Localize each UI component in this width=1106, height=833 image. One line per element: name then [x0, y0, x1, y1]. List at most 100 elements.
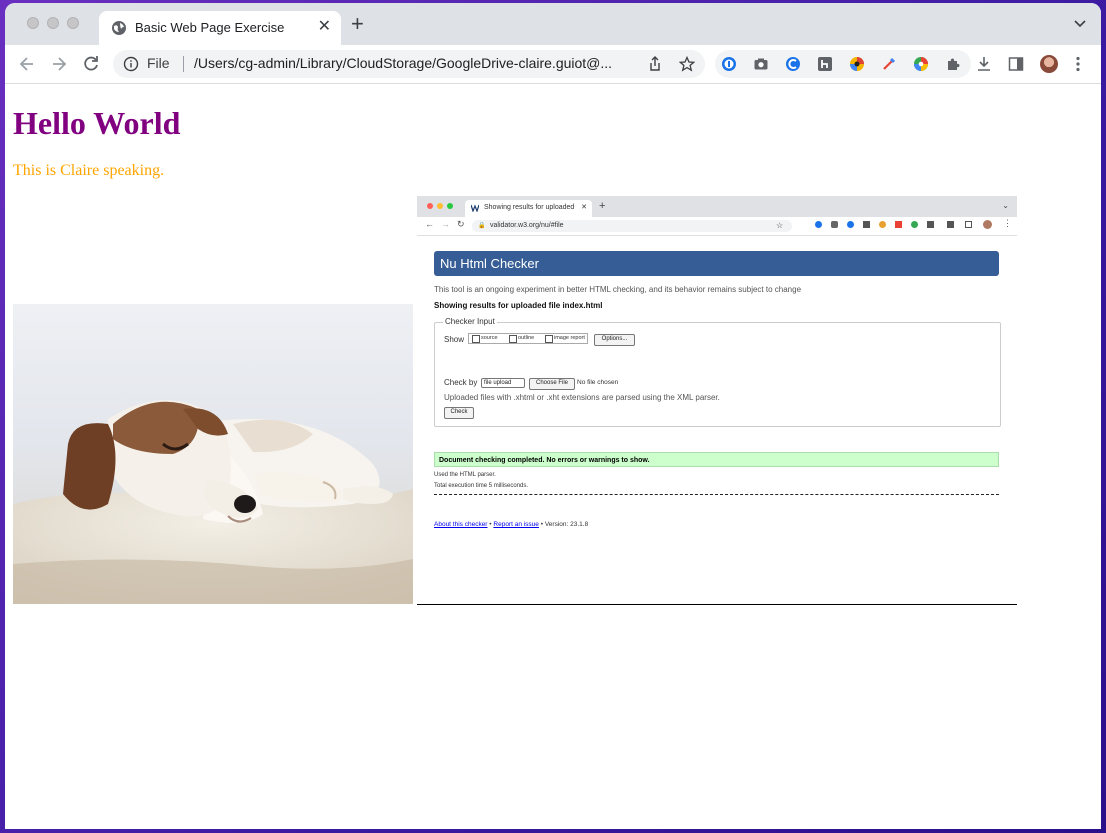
tab-title: Basic Web Page Exercise: [135, 20, 285, 35]
tab-bar: Basic Web Page Exercise ✕ +: [5, 3, 1101, 45]
validator-intro: This tool is an ongoing experiment in be…: [434, 285, 802, 294]
address-bar[interactable]: File /Users/cg-admin/Library/CloudStorag…: [113, 50, 705, 78]
source-checkbox: [472, 335, 480, 343]
info-icon[interactable]: [123, 56, 139, 72]
screenshot-avatar: [983, 220, 992, 229]
share-icon[interactable]: [647, 56, 663, 72]
execution-time: Total execution time 5 milliseconds.: [434, 483, 529, 489]
color-wheel-icon[interactable]: [913, 56, 929, 72]
screenshot-tab-close-icon: ✕: [581, 204, 587, 211]
footer-separator: •: [489, 521, 492, 528]
browser-toolbar: File /Users/cg-admin/Library/CloudStorag…: [5, 45, 1101, 84]
new-tab-button[interactable]: +: [351, 13, 364, 35]
checker-input-legend: Checker Input: [443, 317, 497, 326]
screenshot-new-tab-icon: +: [599, 200, 606, 212]
screenshot-lock-icon: 🔒: [478, 223, 486, 229]
validator-screenshot: Showing results for uploaded ✕ + ⌄ ← → ↻…: [417, 196, 1017, 605]
report-issue-link: Report an issue: [493, 521, 539, 528]
tab-active[interactable]: Basic Web Page Exercise ✕: [99, 11, 341, 45]
screenshot-ext-5-icon: [879, 221, 886, 228]
side-panel-icon[interactable]: [1008, 56, 1024, 72]
screenshot-download-icon: [947, 221, 954, 228]
bookmark-star-icon[interactable]: [679, 56, 695, 72]
eyedropper-icon[interactable]: [881, 56, 897, 72]
show-label: Show: [444, 335, 465, 344]
screenshot-toolbar: ← → ↻ 🔒 validator.w3.org/nu/#file ☆ ⋮: [417, 217, 1017, 236]
outline-checkbox: [509, 335, 517, 343]
image-report-label: image report: [554, 335, 585, 341]
show-options-box: source outline image report: [468, 333, 588, 344]
window-zoom-button[interactable]: [67, 17, 79, 29]
no-file-chosen-text: No file chosen: [577, 379, 619, 386]
page-heading: Hello World: [13, 105, 181, 141]
screenshot-ext-6-icon: [895, 221, 902, 228]
screenshot-tab: Showing results for uploaded ✕: [465, 200, 592, 217]
grammar-extension-icon[interactable]: [785, 56, 801, 72]
screenshot-chevron-icon: ⌄: [1002, 201, 1009, 210]
extensions-group: [715, 50, 971, 78]
screenshot-minimize-dot: [437, 203, 443, 209]
screenshot-ext-7-icon: [911, 221, 918, 228]
results-divider: [434, 494, 999, 495]
screenshot-more-icon: ⋮: [1003, 218, 1012, 228]
xml-parser-note: Uploaded files with .xhtml or .xht exten…: [444, 393, 720, 402]
more-menu-icon[interactable]: [1076, 56, 1080, 72]
outline-label: outline: [518, 335, 535, 341]
version-text: • Version: 23.1.8: [540, 521, 589, 528]
screenshot-star-icon: ☆: [776, 221, 784, 230]
dog-photo: [13, 304, 413, 604]
window-close-button[interactable]: [27, 17, 39, 29]
source-label: source: [481, 335, 498, 341]
download-icon[interactable]: [976, 56, 992, 72]
forward-arrow-icon[interactable]: [49, 54, 69, 74]
window-minimize-button[interactable]: [47, 17, 59, 29]
image-report-checkbox: [545, 335, 553, 343]
check-by-select: file upload: [481, 378, 525, 388]
screenshot-address-bar: 🔒 validator.w3.org/nu/#file ☆: [472, 220, 792, 232]
screenshot-ext-1-icon: [815, 221, 822, 228]
screenshot-back-icon: ←: [425, 219, 434, 229]
screenshot-zoom-dot: [447, 203, 453, 209]
screenshot-forward-icon: →: [441, 219, 450, 229]
reload-icon[interactable]: [81, 54, 101, 74]
h-extension-icon[interactable]: [817, 56, 833, 72]
address-scheme-label: File: [147, 55, 170, 71]
check-by-label: Check by: [444, 378, 478, 387]
screenshot-url: validator.w3.org/nu/#file: [490, 222, 564, 229]
nu-checker-title: Nu Html Checker: [440, 256, 539, 271]
success-message: Document checking completed. No errors o…: [434, 452, 999, 467]
options-button: Options...: [594, 334, 635, 346]
screenshot-sidepanel-icon: [965, 221, 972, 228]
screenshot-ext-8-icon: [927, 221, 934, 228]
screenshot-reload-icon: ↻: [457, 219, 465, 229]
page-content: Hello World This is Claire speaking. Sho…: [5, 84, 1101, 829]
check-button: Check: [444, 407, 474, 419]
screenshot-close-dot: [427, 203, 433, 209]
screenshot-ext-3-icon: [847, 221, 854, 228]
colorful-ball-extension-icon[interactable]: [849, 56, 865, 72]
screenshot-ext-2-icon: [831, 221, 838, 228]
password-manager-icon[interactable]: [721, 56, 737, 72]
w3c-logo-icon: [471, 204, 479, 212]
validator-footer: About this checker • Report an issue • V…: [434, 521, 588, 528]
tab-close-icon[interactable]: ✕: [318, 18, 331, 36]
choose-file-button: Choose File: [529, 378, 575, 390]
address-divider: [183, 56, 184, 72]
checker-input-fieldset: Checker Input Show source outline image …: [434, 317, 1001, 427]
nu-checker-header: Nu Html Checker: [434, 251, 999, 276]
camera-icon[interactable]: [753, 56, 769, 72]
globe-icon: [112, 21, 126, 35]
profile-avatar[interactable]: [1040, 55, 1058, 73]
back-arrow-icon[interactable]: [17, 54, 37, 74]
puzzle-icon[interactable]: [945, 56, 961, 72]
screenshot-ext-4-icon: [863, 221, 870, 228]
browser-window: Basic Web Page Exercise ✕ + File /Users/…: [5, 3, 1101, 829]
about-checker-link: About this checker: [434, 521, 488, 528]
screenshot-tab-title: Showing results for uploaded: [484, 204, 575, 211]
parser-note: Used the HTML parser.: [434, 472, 496, 478]
chevron-down-icon[interactable]: [1073, 17, 1087, 31]
check-by-value: file upload: [484, 380, 512, 386]
address-url[interactable]: /Users/cg-admin/Library/CloudStorage/Goo…: [194, 55, 644, 71]
intro-paragraph: This is Claire speaking.: [13, 162, 165, 179]
results-title: Showing results for uploaded file index.…: [434, 301, 603, 310]
